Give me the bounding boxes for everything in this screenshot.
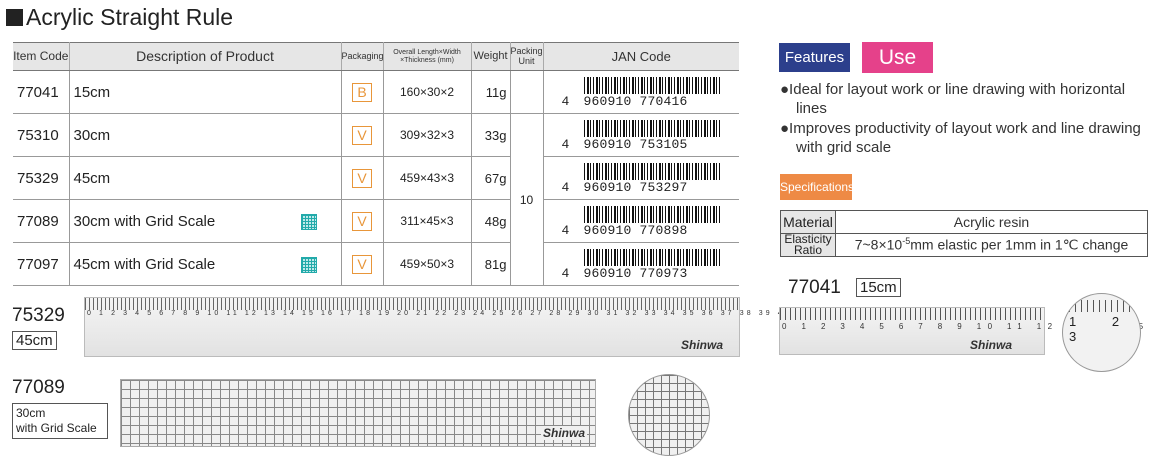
use-tag: Use [862,42,933,73]
rule15-image: 0 1 2 3 4 5 6 7 8 9 10 11 12 13 14 15 Sh… [779,307,1143,355]
cell-weight: 67g [470,156,511,200]
rule15-label: 15cm [856,278,901,297]
cell-weight: 11g [470,70,511,114]
cell-packaging: V [340,156,384,200]
cell-packaging: V [340,113,384,157]
specifications-table: Material Acrylic resin Elasticity Ratio … [780,210,1148,257]
cell-weight: 81g [470,242,511,286]
rule15-scale [780,308,1044,320]
header-jan: JAN Code [542,42,739,71]
table-row: 77041 15cm B 160×30×2 11g 4 960910 770416 [13,70,739,114]
header-packing-unit: Packing Unit [509,42,544,71]
product-table: Item Code Description of Product Packagi… [13,42,739,286]
spec-key: Elasticity Ratio [780,233,836,257]
cell-item-code: 75329 [13,156,70,200]
feature-list: ●Ideal for layout work or line drawing w… [780,80,1155,158]
zoom-scale [1063,300,1140,312]
header-description: Description of Product [68,42,342,71]
grid30-brand-logo: Shinwa [541,426,588,440]
packaging-badge: V [352,125,372,145]
rule45-scale-numbers: 0 1 2 3 4 5 6 7 8 9 10 11 12 13 14 15 16… [87,310,887,317]
grid30-zoom-circle [628,374,710,456]
spec-row: Elasticity Ratio 7~8×10-5mm elastic per … [780,233,1148,257]
feature-bullet: ●Ideal for layout work or line drawing w… [780,81,1126,117]
spec-value: 7~8×10-5mm elastic per 1mm in 1℃ change [835,233,1148,257]
cell-packing-unit: 10 [509,113,544,286]
cell-packaging: V [340,242,384,286]
zoom-scale-numbers: 1 2 3 [1069,314,1136,344]
cell-dims: 160×30×2 [382,70,472,114]
feature-bullet: ●Improves productivity of layout work an… [780,120,1141,156]
cell-description: 30cm with Grid Scale [68,199,342,243]
cell-weight: 48g [470,199,511,243]
cell-dims: 309×32×3 [382,113,472,157]
rule15-zoom-circle: 1 2 3 [1062,293,1141,372]
cell-item-code: 77041 [13,70,70,114]
cell-jan: 4 960910 753105 [542,113,739,157]
grid-scale-icon [300,214,317,230]
grid30-code: 77089 [12,377,65,398]
header-dims: Overall Length×Width ×Thickness (mm) [382,42,472,71]
rule45-image: 0 1 2 3 4 5 6 7 8 9 10 11 12 13 14 15 16… [84,297,884,357]
cell-packaging: B [340,70,384,114]
cell-packaging: V [340,199,384,243]
barcode-icon [583,249,721,266]
header-weight: Weight [470,42,511,71]
header-packaging: Packaging [340,42,384,71]
rule45-brand-logo: Shinwa [681,338,724,352]
grid-scale-icon [300,257,317,273]
rule45-label: 45cm [12,331,57,350]
cell-item-code: 77089 [13,199,70,243]
rule15-brand-logo: Shinwa [970,338,1013,352]
cell-packing-unit-empty [509,70,544,114]
cell-description: 15cm [68,70,342,114]
packaging-badge: V [352,168,372,188]
cell-jan: 4 960910 770973 [542,242,739,286]
cell-jan: 4 960910 770416 [542,70,739,114]
cell-weight: 33g [470,113,511,157]
cell-description: 30cm [68,113,342,157]
barcode-icon [583,77,721,94]
rule45-code: 75329 [12,305,65,326]
table-row: 75329 45cm V 459×43×3 67g 4 960910 753297 [13,156,739,200]
rule15-code: 77041 [788,277,841,298]
packaging-badge: V [352,254,372,274]
features-tag: Features [779,43,850,72]
grid30-image: Shinwa [120,379,596,447]
cell-dims: 311×45×3 [382,199,472,243]
barcode-icon [583,120,721,137]
cell-description: 45cm [68,156,342,200]
table-header-row: Item Code Description of Product Packagi… [13,42,739,71]
grid30-label: 30cm with Grid Scale [12,403,108,439]
cell-jan: 4 960910 770898 [542,199,739,243]
barcode-icon [583,206,721,223]
spec-key: Material [780,210,836,234]
spec-row: Material Acrylic resin [780,210,1148,234]
barcode-icon [583,163,721,180]
cell-dims: 459×50×3 [382,242,472,286]
spec-value: Acrylic resin [835,210,1148,234]
cell-item-code: 77097 [13,242,70,286]
header-item-code: Item Code [13,42,70,71]
packaging-badge: B [352,82,372,102]
table-row: 75310 30cm V 309×32×3 33g 10 4 960910 753105 [13,113,739,286]
cell-description: 45cm with Grid Scale [68,242,342,286]
title-square-icon [6,9,23,26]
cell-dims: 459×43×3 [382,156,472,200]
table-row: 77097 45cm with Grid Scale V 459×50×3 81g 4 96… [13,242,739,286]
specifications-tag: Specifications [780,174,854,200]
table-row: 77089 30cm with Grid Scale V 311×45×3 48g 4 96… [13,199,739,243]
packaging-badge: V [352,211,372,231]
cell-jan: 4 960910 753297 [542,156,739,200]
cell-item-code: 75310 [13,113,70,157]
rule45-scale [85,298,739,310]
page-title: Acrylic Straight Rule [6,4,233,31]
